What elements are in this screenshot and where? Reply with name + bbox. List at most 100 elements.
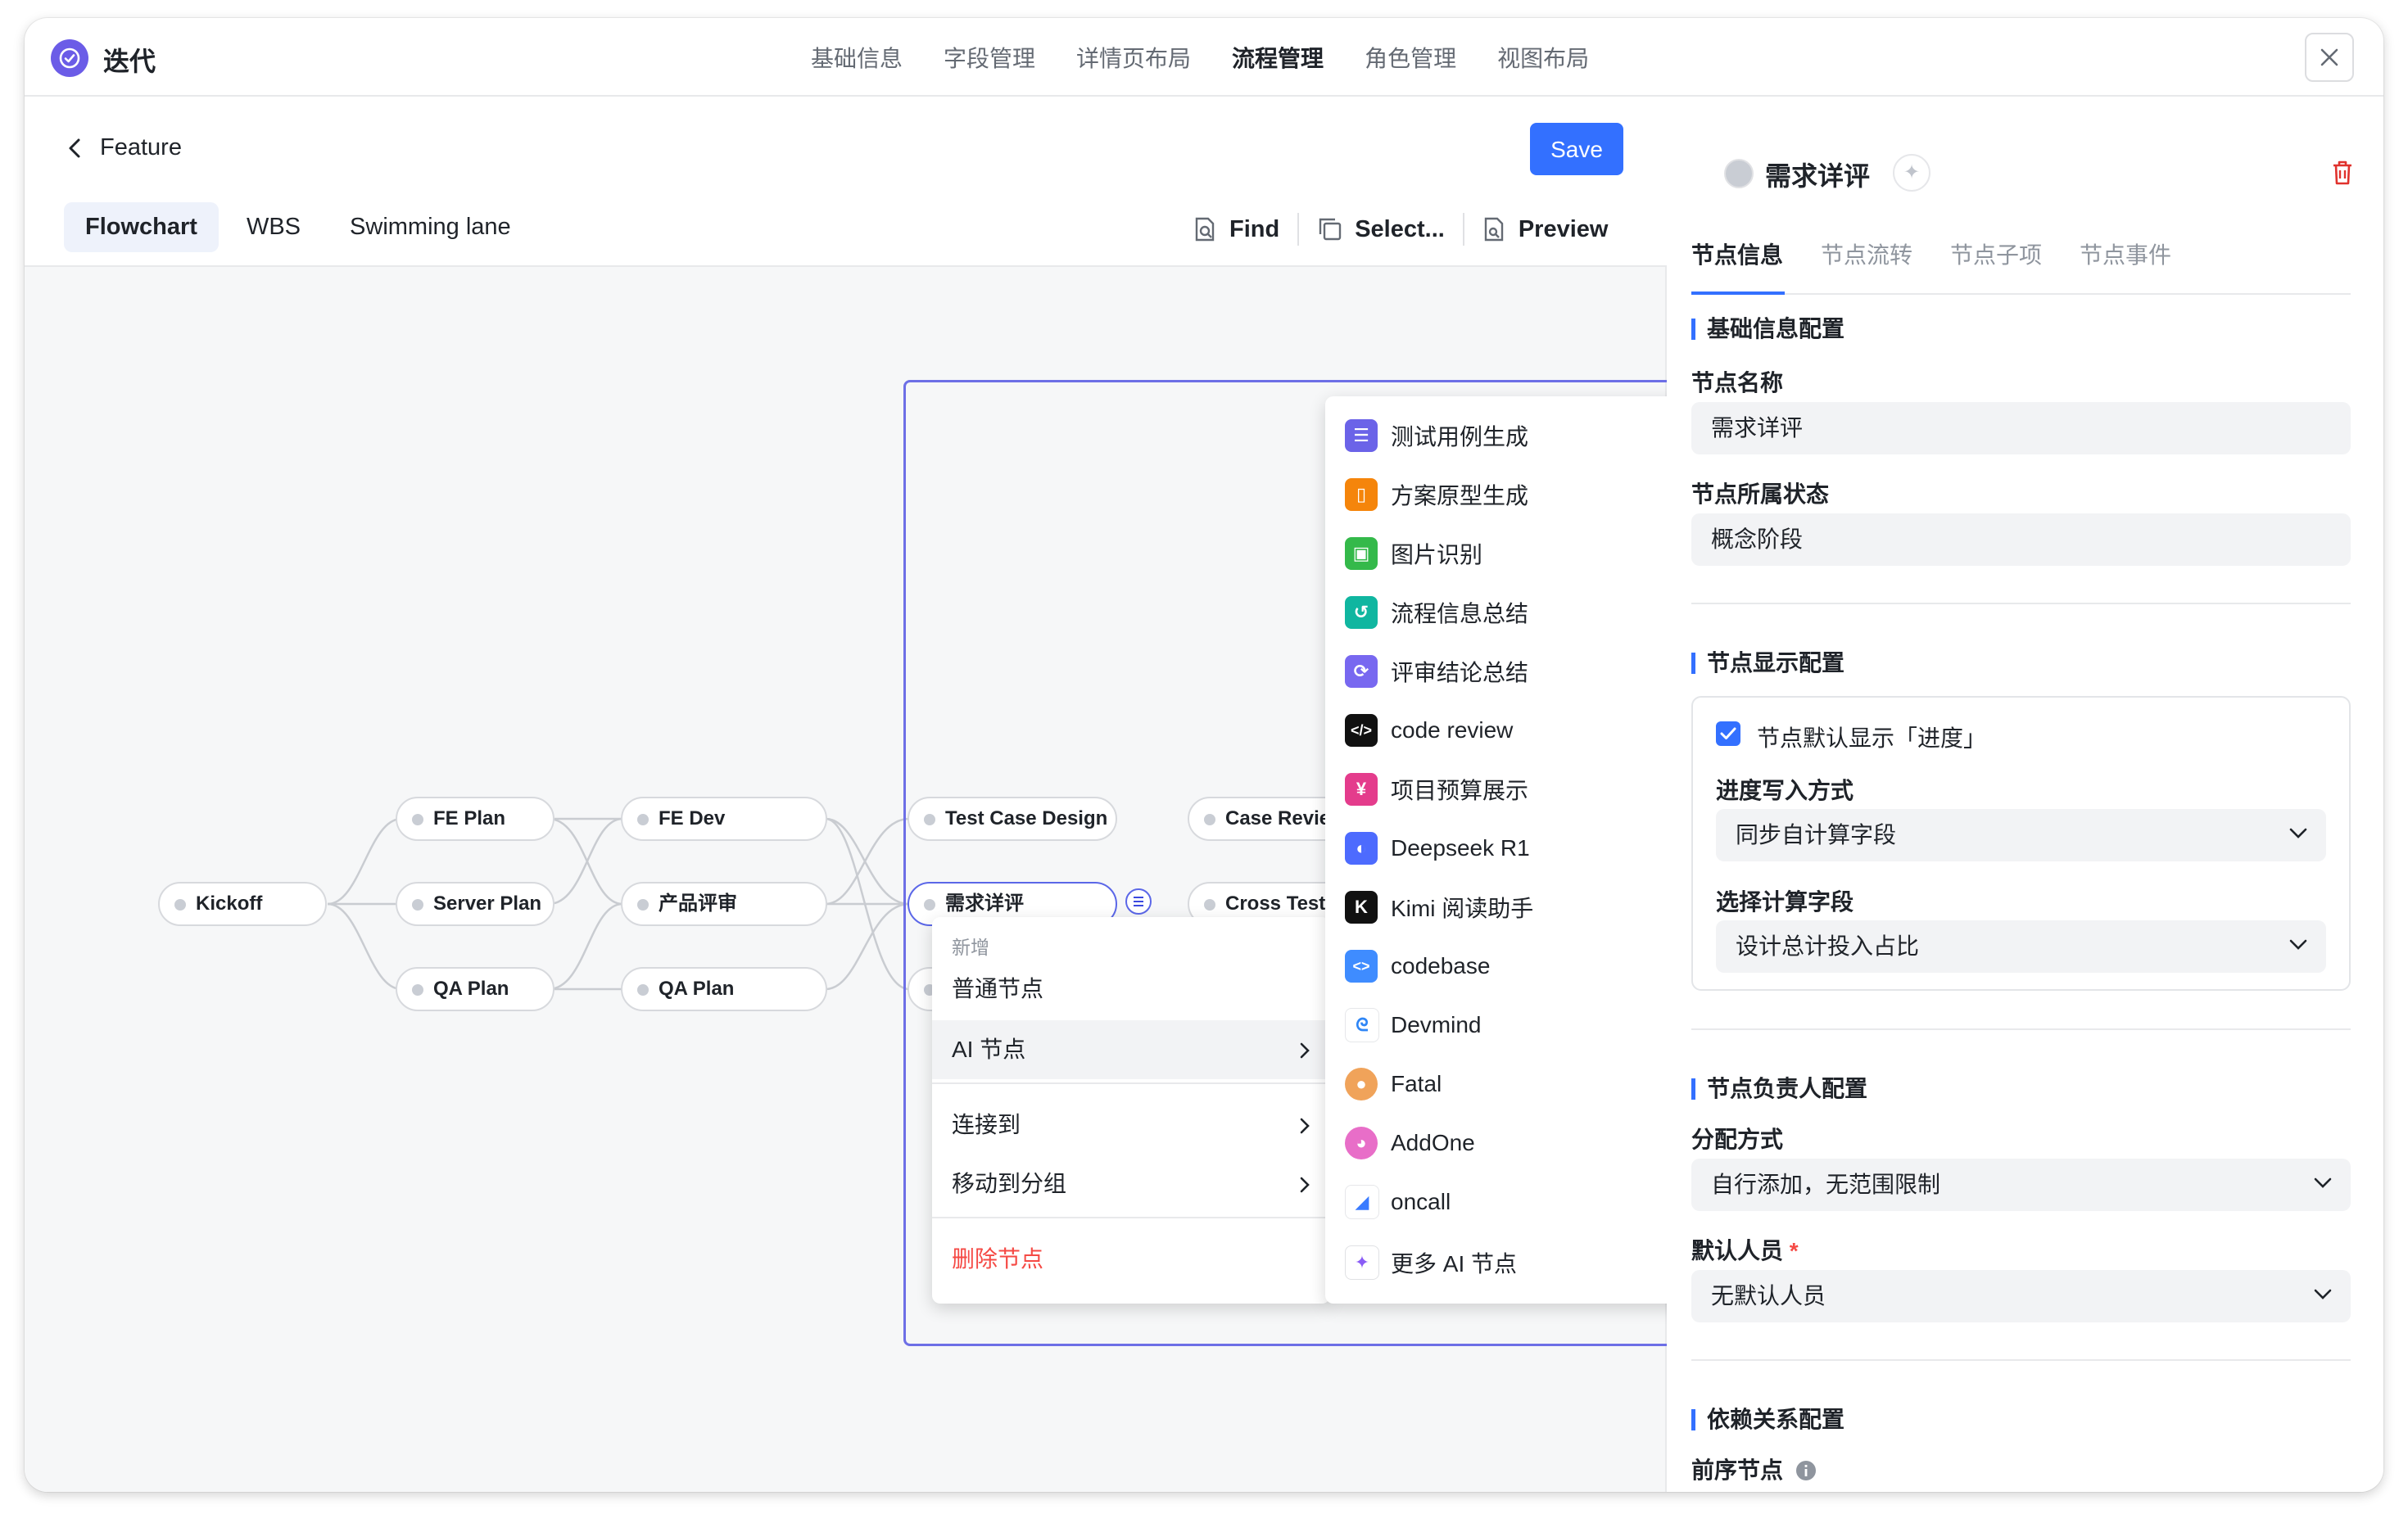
ai-item-flow-summary[interactable]: ↺ 流程信息总结	[1325, 583, 1718, 642]
ai-item-image-recognition[interactable]: ▣ 图片识别	[1325, 524, 1718, 583]
view-tabs: Flowchart WBS Swimming lane	[64, 202, 532, 252]
menu-item-delete-node[interactable]: 删除节点	[932, 1230, 1330, 1289]
ai-item-codebase[interactable]: <> codebase	[1325, 937, 1718, 996]
label-default-person: 默认人员 *	[1691, 1233, 1799, 1266]
ai-item-code-review[interactable]: </> code review	[1325, 701, 1718, 760]
tab-field-management[interactable]: 字段管理	[944, 41, 1035, 74]
tab-wbs[interactable]: WBS	[225, 202, 322, 252]
tab-role-management[interactable]: 角色管理	[1365, 41, 1456, 74]
find-button[interactable]: Find	[1175, 216, 1297, 243]
show-progress-label: 节点默认显示「进度」	[1757, 725, 1987, 751]
assign-mode-select[interactable]: 自行添加，无范围限制	[1691, 1159, 2351, 1211]
section-title: 节点显示配置	[1707, 650, 1845, 676]
chevron-right-icon	[1300, 1042, 1310, 1059]
ai-item-review-summary[interactable]: ⟳ 评审结论总结	[1325, 642, 1718, 701]
label-node-name: 节点名称	[1691, 370, 1784, 395]
tab-view-layout[interactable]: 视图布局	[1497, 41, 1589, 74]
select-icon	[1319, 218, 1342, 241]
back-link[interactable]: Feature	[67, 134, 182, 161]
tab-node-info[interactable]: 节点信息	[1691, 237, 1783, 270]
default-person-select[interactable]: 无默认人员	[1691, 1270, 2351, 1322]
menu-item-ai-node[interactable]: AI 节点	[932, 1020, 1330, 1079]
calc-field-value: 设计总计投入占比	[1736, 933, 1920, 959]
ai-item-fatal[interactable]: ● Fatal	[1325, 1055, 1718, 1114]
find-label: Find	[1229, 215, 1280, 242]
tab-basic-info[interactable]: 基础信息	[811, 41, 903, 74]
node-fe-dev[interactable]: FE Dev	[621, 797, 827, 841]
node-status-field[interactable]: 概念阶段	[1691, 513, 2351, 566]
node-name-input[interactable]: 需求详评	[1691, 402, 2351, 454]
node-qa-plan[interactable]: QA Plan	[396, 967, 554, 1011]
tab-node-subitems[interactable]: 节点子项	[1950, 237, 2042, 270]
label-progress-mode: 进度写入方式	[1716, 778, 1854, 803]
trash-icon[interactable]	[2330, 159, 2355, 187]
tab-node-transition[interactable]: 节点流转	[1821, 237, 1912, 270]
ai-item-addone[interactable]: ◕ AddOne	[1325, 1114, 1718, 1173]
tab-node-events[interactable]: 节点事件	[2080, 237, 2171, 270]
node-test-case-design[interactable]: Test Case Design	[908, 797, 1117, 841]
assign-mode-value: 自行添加，无范围限制	[1711, 1172, 1941, 1197]
node-qa-plan-2[interactable]: QA Plan	[621, 967, 827, 1011]
node-fe-plan[interactable]: FE Plan	[396, 797, 554, 841]
ai-item-prototype-gen[interactable]: ▯ 方案原型生成	[1325, 465, 1718, 524]
label-assign-mode: 分配方式	[1691, 1127, 1784, 1152]
calc-field-select[interactable]: 设计总计投入占比	[1716, 920, 2326, 973]
node-menu-handle[interactable]	[1125, 888, 1152, 915]
ai-item-test-case-gen[interactable]: ☰ 测试用例生成	[1325, 406, 1718, 465]
canvas-toolbar: Find Select... Preview	[1175, 213, 1626, 246]
ai-item-kimi[interactable]: K Kimi 阅读助手	[1325, 878, 1718, 937]
close-button[interactable]	[2305, 33, 2354, 82]
sparkle-icon[interactable]: ✦	[1893, 154, 1930, 192]
section-title: 基础信息配置	[1707, 316, 1845, 341]
app-logo-icon	[51, 39, 88, 77]
ai-item-label: 项目预算展示	[1391, 778, 1529, 803]
section-display: 节点显示配置	[1691, 645, 1844, 678]
info-icon[interactable]	[1795, 1459, 1817, 1482]
panel-tabs: 节点信息 节点流转 节点子项 节点事件	[1691, 237, 2171, 270]
save-button[interactable]: Save	[1530, 123, 1623, 175]
ai-item-more[interactable]: ✦ 更多 AI 节点	[1325, 1233, 1718, 1292]
label-calc-field: 选择计算字段	[1716, 889, 1854, 915]
preview-button[interactable]: Preview	[1464, 216, 1627, 243]
flow-connectors	[327, 817, 910, 991]
section-title: 节点负责人配置	[1707, 1076, 1868, 1101]
label-default-person-text: 默认人员	[1691, 1238, 1784, 1263]
menu-item-normal-node[interactable]: 普通节点	[932, 960, 1330, 1019]
back-label: Feature	[100, 134, 182, 160]
ai-item-label: codebase	[1391, 953, 1491, 978]
section-owner: 节点负责人配置	[1691, 1071, 1867, 1104]
progress-mode-select[interactable]: 同步自计算字段	[1716, 809, 2326, 861]
menu-item-ai-node-label: AI 节点	[952, 1037, 1026, 1062]
ai-item-devmind[interactable]: ᘓ Devmind	[1325, 996, 1718, 1055]
node-context-menu: 新增 普通节点 AI 节点 连接到 移动到分组 删除节点	[932, 917, 1330, 1304]
menu-item-move-to-group[interactable]: 移动到分组	[932, 1155, 1330, 1213]
close-icon	[2320, 48, 2338, 66]
ai-item-budget[interactable]: ¥ 项目预算展示	[1325, 760, 1718, 819]
label-predecessor: 前序节点	[1691, 1453, 1817, 1485]
code-icon: </>	[1345, 714, 1378, 747]
chevron-right-icon	[1300, 1177, 1310, 1193]
tab-detail-layout[interactable]: 详情页布局	[1076, 41, 1191, 74]
node-kickoff[interactable]: Kickoff	[158, 882, 327, 926]
ai-item-label: Deepseek R1	[1391, 835, 1530, 861]
tab-swimming-lane[interactable]: Swimming lane	[328, 202, 532, 252]
node-status-dot[interactable]	[1724, 159, 1754, 188]
active-tab-indicator	[1691, 291, 1785, 295]
select-button[interactable]: Select...	[1299, 216, 1463, 243]
tab-flow-management[interactable]: 流程管理	[1232, 41, 1324, 74]
menu-section-add: 新增	[952, 937, 989, 958]
node-server-plan[interactable]: Server Plan	[396, 882, 554, 926]
ai-item-oncall[interactable]: ◢ oncall	[1325, 1173, 1718, 1232]
list-icon: ☰	[1345, 419, 1378, 452]
fatal-icon: ●	[1345, 1068, 1378, 1100]
ai-item-deepseek[interactable]: ◐ Deepseek R1	[1325, 819, 1718, 878]
tab-flowchart[interactable]: Flowchart	[64, 202, 219, 252]
preview-label: Preview	[1518, 215, 1609, 242]
ai-item-label: Devmind	[1391, 1012, 1482, 1037]
node-product-review[interactable]: 产品评审	[621, 882, 827, 926]
ai-item-label: Fatal	[1391, 1071, 1442, 1096]
oncall-icon: ◢	[1345, 1185, 1379, 1219]
find-icon	[1195, 217, 1215, 242]
menu-item-connect-to[interactable]: 连接到	[932, 1096, 1330, 1155]
show-progress-checkbox[interactable]	[1716, 721, 1740, 746]
